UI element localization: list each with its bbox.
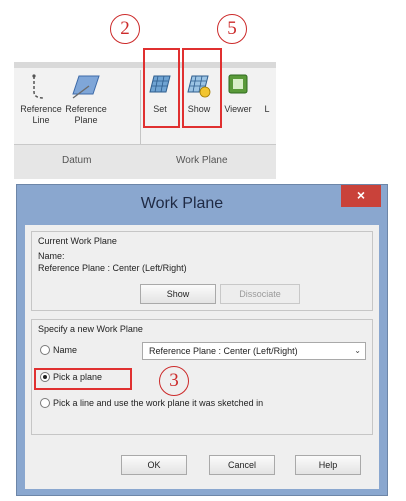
show-plane-button[interactable]: Show [140, 284, 216, 304]
reference-plane-label-1: Reference [65, 104, 107, 114]
truncated-button[interactable]: L [260, 72, 274, 138]
chevron-down-icon: ⌄ [354, 346, 361, 355]
pick-plane-highlight-box [34, 368, 132, 390]
reference-plane-icon [72, 75, 100, 99]
cancel-button[interactable]: Cancel [209, 455, 275, 475]
show-highlight-box [182, 48, 222, 128]
datum-panel-label: Datum [62, 155, 92, 166]
pick-line-radio[interactable] [40, 398, 50, 408]
name-label: Name: [38, 251, 65, 261]
name-option-label: Name [53, 345, 78, 355]
reference-line-button[interactable]: Reference Line [20, 72, 62, 138]
dialog-title: Work Plane [140, 195, 224, 212]
viewer-label: Viewer [224, 104, 252, 114]
set-highlight-box [143, 48, 180, 128]
reference-line-label-2: Line [32, 115, 50, 125]
current-work-plane-label: Current Work Plane [38, 236, 117, 246]
reference-plane-button[interactable]: Reference Plane [64, 72, 108, 138]
dissociate-button[interactable]: Dissociate [220, 284, 300, 304]
specify-work-plane-label: Specify a new Work Plane [38, 324, 143, 334]
reference-plane-label-2: Plane [74, 115, 98, 125]
close-button[interactable]: × [341, 185, 381, 207]
current-plane-name: Reference Plane : Center (Left/Right) [38, 263, 187, 273]
reference-line-icon [32, 74, 45, 99]
name-radio[interactable] [40, 345, 50, 355]
step-5-marker: 5 [217, 14, 247, 44]
viewer-icon [228, 74, 248, 94]
current-work-plane-group: Current Work Plane Name: Reference Plane… [31, 231, 373, 311]
ribbon-panel-labels: Datum Work Plane [14, 144, 276, 179]
work-plane-dialog: Work Plane × Current Work Plane Name: Re… [16, 184, 388, 496]
step-2-marker: 2 [110, 14, 140, 44]
plane-name-select-value: Reference Plane : Center (Left/Right) [149, 346, 298, 356]
dialog-titlebar: Work Plane × [17, 185, 387, 225]
pick-line-option-label: Pick a line and use the work plane it wa… [53, 398, 264, 408]
plane-name-select[interactable]: Reference Plane : Center (Left/Right) ⌄ [142, 342, 366, 360]
truncated-label: L [264, 104, 270, 114]
dialog-client-area: Current Work Plane Name: Reference Plane… [25, 225, 379, 489]
ok-button[interactable]: OK [121, 455, 187, 475]
work-plane-panel-label: Work Plane [176, 155, 228, 166]
viewer-button[interactable]: Viewer [220, 72, 256, 138]
reference-line-label-1: Reference [20, 104, 62, 114]
help-button[interactable]: Help [295, 455, 361, 475]
step-3-marker: 3 [159, 366, 189, 396]
